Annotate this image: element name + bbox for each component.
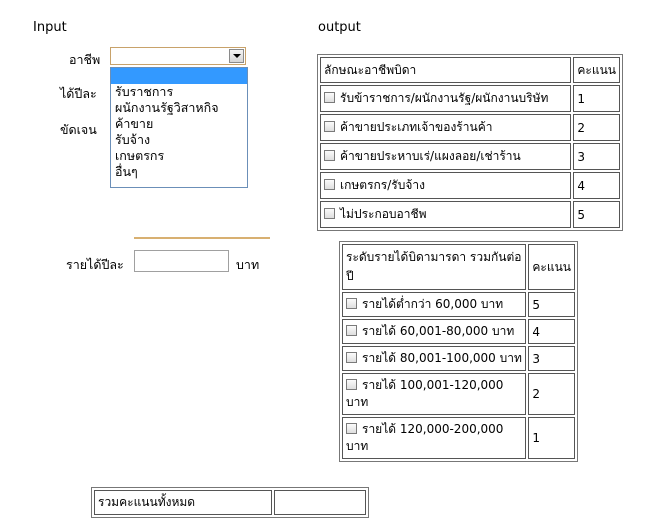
occupation-checkbox[interactable]: [324, 150, 335, 161]
table-header: ระดับรายได้บิดามารดา รวมกันต่อปี: [342, 244, 527, 290]
input-heading: Input: [33, 20, 67, 35]
row-score: 2: [573, 114, 620, 141]
row-label: บาท: [346, 395, 369, 409]
occupation-option[interactable]: ค้าขาย: [111, 116, 247, 132]
table-header-row: ระดับรายได้บิดามารดา รวมกันต่อปี คะแนน: [342, 244, 575, 290]
row-label: รายได้ 60,001-80,000 บาท: [362, 324, 515, 338]
table-row: รายได้ 80,001-100,000 บาท 3: [342, 346, 575, 371]
income-input[interactable]: [134, 250, 229, 272]
occupation-checkbox[interactable]: [324, 179, 335, 190]
income-label: รายได้ปีละ: [66, 257, 124, 272]
row-label: ค้าขายประหาบเร่/แผงลอย/เช่าร้าน: [340, 149, 521, 163]
income-checkbox[interactable]: [346, 325, 357, 336]
row-score: 2: [528, 373, 575, 415]
row-label: รายได้ 100,001-120,000: [362, 378, 504, 392]
table-row: ไม่ประกอบอาชีพ 5: [320, 201, 620, 228]
output-heading: output: [318, 20, 361, 35]
total-label: รวมคะแนนทั้งหมด: [94, 490, 272, 515]
income-checkbox[interactable]: [346, 352, 357, 363]
row-score: 3: [573, 143, 620, 170]
row-label: ไม่ประกอบอาชีพ: [340, 207, 427, 221]
table-row: ค้าขายประเภทเจ้าของร้านค้า 2: [320, 114, 620, 141]
occupation-option[interactable]: ผนักงานรัฐวิสาหกิจ: [111, 100, 247, 116]
row-score: 1: [528, 417, 575, 459]
table-row: รายได้ 120,000-200,000 บาท 1: [342, 417, 575, 459]
table-header: ลักษณะอาชีพบิดา: [320, 57, 572, 83]
row-score: 4: [573, 172, 620, 199]
table-header-row: ลักษณะอาชีพบิดา คะแนน: [320, 57, 620, 83]
occupation-option[interactable]: อื่นๆ: [111, 164, 247, 180]
partial-label-clear: ขัดเจน: [60, 122, 97, 137]
total-score-table: รวมคะแนนทั้งหมด: [91, 487, 369, 518]
income-checkbox[interactable]: [346, 379, 357, 390]
occupation-checkbox[interactable]: [324, 208, 335, 219]
income-score-table: ระดับรายได้บิดามารดา รวมกันต่อปี คะแนน ร…: [339, 241, 578, 462]
occupation-select[interactable]: [110, 47, 246, 65]
row-label: รายได้ 120,000-200,000: [362, 422, 504, 436]
row-label: รับข้าราชการ/ผนักงานรัฐ/ผนักงานบริษัท: [340, 91, 549, 105]
chevron-down-icon[interactable]: [229, 49, 244, 63]
row-score: 4: [528, 319, 575, 344]
row-score: 5: [528, 292, 575, 317]
table-row: เกษตรกร/รับจ้าง 4: [320, 172, 620, 199]
total-value: [274, 490, 366, 515]
row-label: เกษตรกร/รับจ้าง: [340, 178, 425, 192]
row-score: 5: [573, 201, 620, 228]
occupation-checkbox[interactable]: [324, 92, 335, 103]
occupation-option-blank[interactable]: [111, 68, 247, 84]
partial-label-income: ได้ปีละ: [60, 86, 97, 101]
row-label: ค้าขายประเภทเจ้าของร้านค้า: [340, 120, 493, 134]
divider-line: [134, 237, 270, 239]
table-row: รายได้ต่ำกว่า 60,000 บาท 5: [342, 292, 575, 317]
table-row: รายได้ 100,001-120,000 บาท 2: [342, 373, 575, 415]
income-unit: บาท: [236, 257, 260, 272]
occupation-score-table: ลักษณะอาชีพบิดา คะแนน รับข้าราชการ/ผนักง…: [317, 54, 623, 231]
occupation-option[interactable]: เกษตรกร: [111, 148, 247, 164]
table-row: รายได้ 60,001-80,000 บาท 4: [342, 319, 575, 344]
table-row: รวมคะแนนทั้งหมด: [94, 490, 366, 515]
row-score: 1: [573, 85, 620, 112]
occupation-label: อาชีพ: [69, 52, 101, 67]
row-label: รายได้ 80,001-100,000 บาท: [362, 351, 522, 365]
occupation-checkbox[interactable]: [324, 121, 335, 132]
row-score: 3: [528, 346, 575, 371]
occupation-option[interactable]: รับจ้าง: [111, 132, 247, 148]
income-checkbox[interactable]: [346, 423, 357, 434]
occupation-option[interactable]: รับราชการ: [111, 84, 247, 100]
table-row: ค้าขายประหาบเร่/แผงลอย/เช่าร้าน 3: [320, 143, 620, 170]
table-row: รับข้าราชการ/ผนักงานรัฐ/ผนักงานบริษัท 1: [320, 85, 620, 112]
row-label: บาท: [346, 439, 369, 453]
table-header: คะแนน: [573, 57, 620, 83]
row-label: รายได้ต่ำกว่า 60,000 บาท: [362, 297, 504, 311]
table-header: คะแนน: [528, 244, 575, 290]
income-checkbox[interactable]: [346, 298, 357, 309]
occupation-dropdown-list[interactable]: รับราชการ ผนักงานรัฐวิสาหกิจ ค้าขาย รับจ…: [110, 67, 248, 188]
